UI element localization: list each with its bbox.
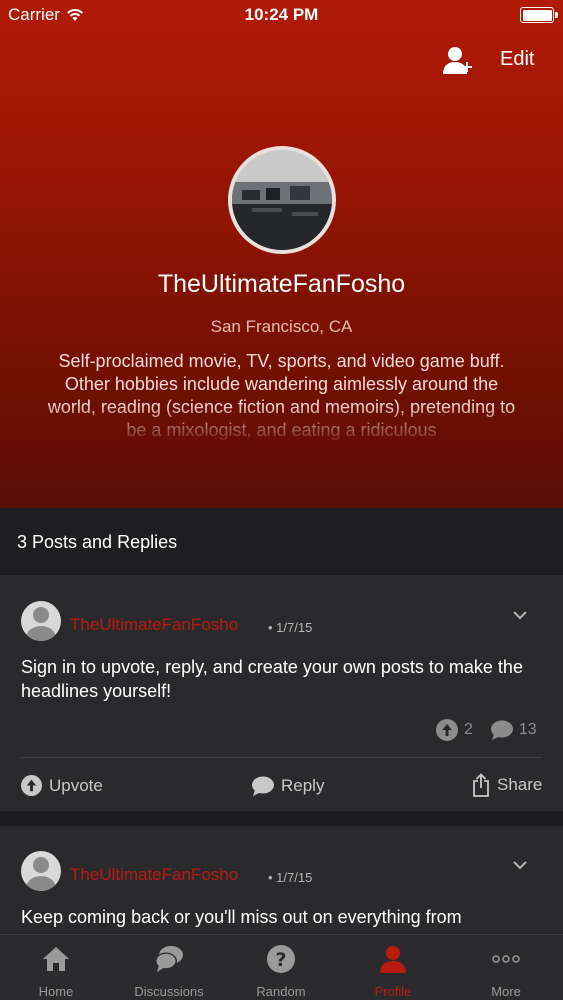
upvote-button[interactable]: Upvote	[21, 775, 103, 796]
divider	[21, 757, 542, 758]
post-author[interactable]: TheUltimateFanFosho	[70, 865, 238, 885]
tab-profile[interactable]: Profile	[337, 935, 449, 1000]
svg-text:?: ?	[275, 949, 286, 971]
post-author[interactable]: TheUltimateFanFosho	[70, 615, 238, 635]
profile-header: Carrier 10:24 PM Edit TheUltimateFanFosh…	[0, 0, 563, 508]
upvote-label: Upvote	[49, 775, 103, 795]
author-avatar[interactable]	[21, 601, 61, 641]
tab-more[interactable]: More	[450, 935, 562, 1000]
office-photo	[232, 150, 332, 250]
post-card[interactable]: TheUltimateFanFosho • 1/7/15 Keep coming…	[0, 826, 563, 946]
post-text: Sign in to upvote, reply, and create you…	[21, 657, 523, 701]
tab-label: Home	[38, 984, 74, 999]
profile-username: TheUltimateFanFosho	[157, 270, 406, 298]
upvote-count-icon	[436, 719, 458, 741]
tab-label: Profile	[374, 984, 412, 999]
tab-label: More	[491, 984, 521, 999]
profile-avatar[interactable]	[228, 146, 336, 254]
question-icon: ?	[267, 945, 295, 973]
comment-count: 13	[518, 721, 537, 738]
tab-label: Random	[256, 984, 306, 999]
tab-label: Discussions	[134, 984, 204, 999]
status-time: 10:24 PM	[244, 5, 319, 24]
profile-bio: Self-proclaimed movie, TV, sports, and v…	[47, 351, 516, 440]
reply-icon	[252, 776, 274, 796]
more-icon	[492, 955, 520, 963]
posts-count-title: 3 Posts and Replies	[17, 532, 178, 552]
post-text: Keep coming back or you'll miss out on e…	[21, 907, 462, 927]
status-bar: Carrier 10:24 PM	[0, 0, 563, 30]
post-date: • 1/7/15	[268, 620, 313, 635]
comment-count-group: 13	[490, 720, 537, 740]
discussions-icon	[155, 946, 183, 972]
tab-discussions[interactable]: Discussions	[113, 935, 225, 1000]
share-button[interactable]: Share	[472, 773, 542, 797]
post-stats: 2 13	[436, 719, 537, 741]
battery-icon	[520, 7, 558, 23]
reply-button[interactable]: Reply	[252, 776, 324, 796]
edit-button[interactable]: Edit	[500, 48, 534, 71]
post-date: • 1/7/15	[268, 870, 313, 885]
posts-section-header: 3 Posts and Replies	[0, 508, 563, 574]
share-label: Share	[497, 775, 543, 794]
share-icon	[473, 773, 489, 797]
profile-icon	[380, 946, 406, 973]
upvote-icon	[21, 775, 42, 796]
tab-bar: Home Discussions ? Random Profile More	[0, 934, 563, 1000]
tab-home[interactable]: Home	[0, 935, 112, 1000]
comment-count-icon	[490, 720, 513, 740]
author-avatar[interactable]	[21, 851, 61, 891]
post-card[interactable]: TheUltimateFanFosho • 1/7/15 Sign in to …	[0, 575, 563, 811]
reply-label: Reply	[281, 776, 325, 795]
profile-location: San Francisco, CA	[210, 317, 353, 336]
upvote-count-group: 2	[436, 719, 473, 741]
tab-random[interactable]: ? Random	[225, 935, 337, 1000]
home-icon	[43, 947, 69, 971]
add-friend-icon[interactable]	[441, 44, 473, 76]
upvote-count: 2	[464, 721, 473, 738]
chevron-down-icon[interactable]	[512, 607, 528, 623]
chevron-down-icon[interactable]	[512, 857, 528, 873]
